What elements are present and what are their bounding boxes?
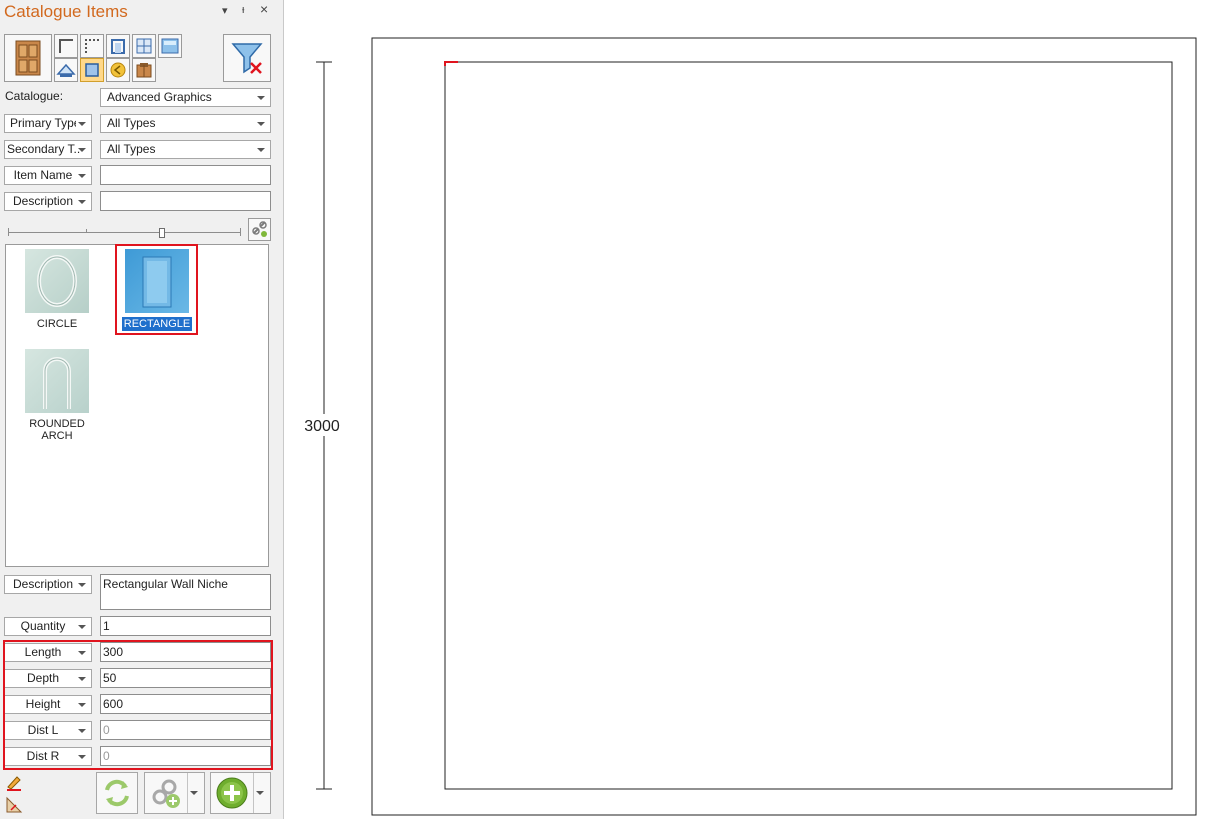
rounded-arch-thumbnail [25,349,89,413]
dimensions-highlight [3,640,273,770]
plus-circle-icon [216,777,248,809]
primary-type-value: All Types [107,116,156,130]
edit-pencil-icon[interactable] [5,773,23,791]
origin-marker [444,61,458,66]
item-name-input[interactable] [100,165,271,185]
zoom-slider-track[interactable] [8,232,241,233]
split-divider [253,773,254,813]
chevron-down-icon [78,583,86,587]
gallery-item-label: CIRCLE [36,318,78,330]
selection-highlight [115,244,198,335]
chevron-down-icon [78,200,86,204]
gallery-item-label: ROUNDED ARCH [29,418,85,442]
catalogue-items-panel: Catalogue Items ▾ ᵻ × Catalogue: Advance… [0,0,284,819]
close-icon[interactable]: × [260,1,268,17]
filter-clear-icon[interactable] [223,34,271,82]
refresh-icon [105,779,129,807]
description-filter-label: Description [12,194,74,208]
catalogue-label: Catalogue: [5,89,64,103]
secondary-type-button[interactable]: Secondary T... [4,140,92,159]
measure-icon[interactable] [5,796,23,814]
catalogue-value: Advanced Graphics [107,90,212,104]
chevron-down-icon [257,122,265,126]
door-icon[interactable] [4,34,52,82]
panel-title: Catalogue Items [4,2,128,21]
window-grid-icon[interactable] [132,34,156,58]
drawing-svg: 3000 [302,37,1197,816]
chevron-down-icon [257,148,265,152]
circle-thumbnail [25,249,89,313]
slider-tick [240,228,241,236]
chevron-down-icon [257,96,265,100]
chevron-down-icon [78,148,86,152]
catalogue-dropdown[interactable]: Advanced Graphics [100,88,271,107]
arrow-circle-icon[interactable] [106,58,130,82]
square-frame-icon[interactable] [80,58,104,82]
corner-icon[interactable] [54,34,78,58]
primary-type-dropdown[interactable]: All Types [100,114,271,133]
pin-icon[interactable]: ᵻ [242,4,244,16]
chevron-down-icon [78,174,86,178]
dimension-label: 3000 [304,418,340,435]
roof-icon[interactable] [54,58,78,82]
refresh-button[interactable] [96,772,138,814]
description-filter-button[interactable]: Description [4,192,92,211]
corner-dots-icon[interactable] [80,34,104,58]
quantity-button[interactable]: Quantity [4,617,92,636]
drawing-canvas[interactable]: 3000 [284,0,1220,819]
niche-rectangle[interactable] [444,61,1173,790]
panel-menu-dropdown[interactable]: ▾ [222,4,228,17]
split-divider [187,773,188,813]
primary-type-button[interactable]: Primary Type [4,114,92,133]
slider-tick [86,229,87,233]
item-name-label: Item Name [13,168,73,182]
primary-type-label: Primary Type [10,116,76,130]
chevron-down-icon[interactable] [256,791,264,795]
secondary-type-dropdown[interactable]: All Types [100,140,271,159]
chevron-down-icon [78,625,86,629]
add-item-button[interactable] [210,772,271,814]
gallery-item-circle[interactable]: CIRCLE [12,249,102,331]
zoom-slider-thumb[interactable] [159,228,165,238]
slider-tick [8,228,9,236]
link-add-button[interactable] [144,772,205,814]
quantity-input[interactable] [100,616,271,636]
wall-outer-outline [371,37,1197,816]
secondary-type-value: All Types [107,142,156,156]
link-refresh-icon[interactable] [248,218,271,241]
cabinet-icon[interactable] [132,58,156,82]
picture-icon[interactable] [158,34,182,58]
quantity-label: Quantity [20,619,66,633]
niche-icon[interactable] [106,34,130,58]
gallery-item-rounded-arch[interactable]: ROUNDED ARCH [12,349,102,443]
item-name-button[interactable]: Item Name [4,166,92,185]
description-button[interactable]: Description [4,575,92,594]
description-filter-input[interactable] [100,191,271,211]
description-label: Description [12,577,74,591]
secondary-type-label: Secondary T... [7,142,81,156]
link-add-icon [152,779,180,808]
chevron-down-icon[interactable] [190,791,198,795]
chevron-down-icon [78,122,86,126]
description-textarea[interactable]: Rectangular Wall Niche [100,574,271,610]
